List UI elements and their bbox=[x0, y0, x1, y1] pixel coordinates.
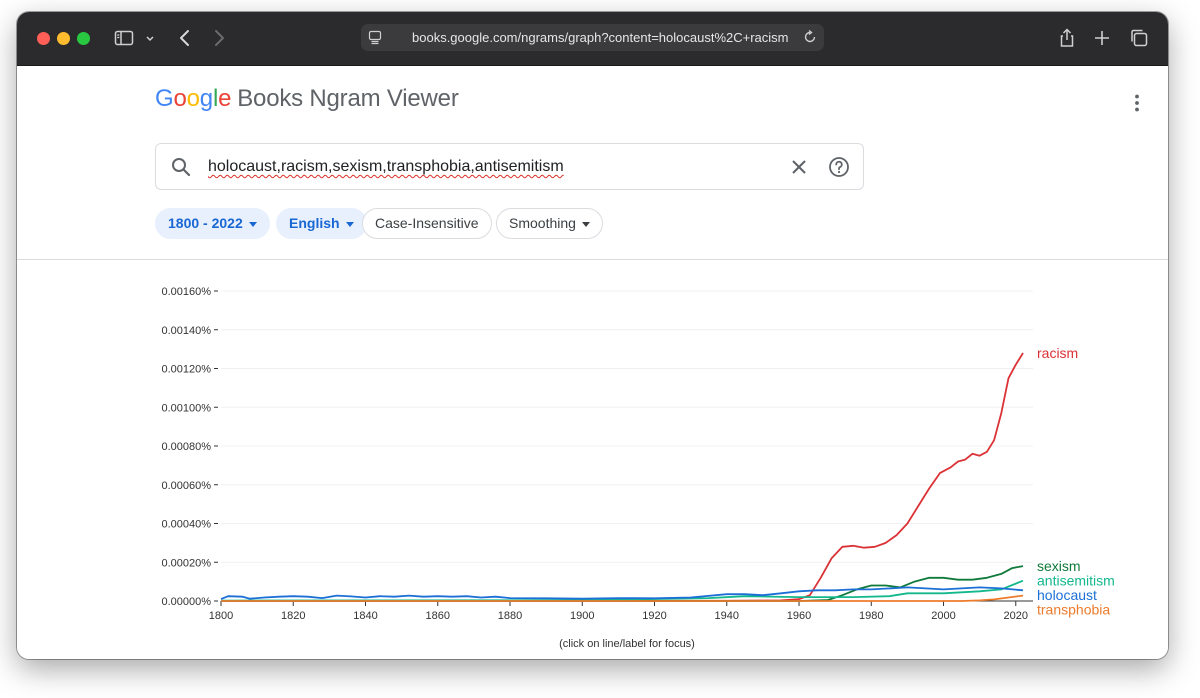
tabs-overview-icon[interactable] bbox=[1127, 26, 1151, 50]
chevron-down-icon[interactable] bbox=[143, 26, 157, 50]
series-line-racism[interactable] bbox=[221, 352, 1024, 602]
x-tick-label: 1860 bbox=[426, 610, 450, 622]
x-tick-label: 1940 bbox=[715, 610, 739, 622]
case-insensitive-toggle[interactable]: Case-Insensitive bbox=[362, 208, 492, 239]
search-input[interactable]: holocaust,racism,sexism,transphobia,anti… bbox=[208, 158, 564, 176]
y-tick-label: 0.00160% bbox=[161, 286, 211, 298]
minimize-window-button[interactable] bbox=[57, 32, 70, 45]
x-tick-label: 1900 bbox=[570, 610, 594, 622]
page-settings-icon[interactable] bbox=[367, 29, 383, 45]
language-dropdown[interactable]: English bbox=[276, 208, 367, 239]
ngram-chart: 0.00000% 0.00020% 0.00040% 0.00060% 0.00080%… bbox=[17, 260, 1168, 659]
caret-down-icon bbox=[581, 221, 590, 227]
search-icon[interactable] bbox=[170, 156, 192, 178]
logo-letter: G bbox=[155, 85, 174, 112]
y-tick-label: 0.00020% bbox=[161, 557, 211, 569]
x-tick-label: 1800 bbox=[209, 610, 233, 622]
y-tick-label: 0.00040% bbox=[161, 519, 211, 531]
year-range-label: 1800 - 2022 bbox=[168, 215, 243, 231]
series-label-transphobia[interactable]: transphobia bbox=[1037, 602, 1110, 618]
app-logo[interactable]: Google Books Ngram Viewer bbox=[155, 85, 459, 113]
browser-window: books.google.com/ngrams/graph?content=ho… bbox=[17, 12, 1168, 659]
reload-icon[interactable] bbox=[802, 29, 818, 45]
ngram-viewer-page: Google Books Ngram Viewer holocaust,racis… bbox=[17, 66, 1168, 659]
y-tick-label: 0.00000% bbox=[161, 596, 211, 608]
smoothing-label: Smoothing bbox=[509, 215, 576, 231]
plus-icon[interactable] bbox=[1090, 26, 1114, 50]
x-tick-label: 1980 bbox=[859, 610, 883, 622]
more-vert-icon[interactable] bbox=[1127, 93, 1147, 113]
y-tick-label: 0.00080% bbox=[161, 441, 211, 453]
case-label: Case-Insensitive bbox=[375, 215, 479, 231]
address-bar[interactable]: books.google.com/ngrams/graph?content=ho… bbox=[361, 24, 824, 51]
sidebar-toggle-icon[interactable] bbox=[112, 26, 136, 50]
logo-letter: e bbox=[218, 85, 232, 112]
x-tick-label: 2020 bbox=[1004, 610, 1028, 622]
smoothing-dropdown[interactable]: Smoothing bbox=[496, 208, 603, 239]
logo-letter: g bbox=[199, 85, 213, 112]
x-tick-label: 1960 bbox=[787, 610, 811, 622]
chevron-left-icon[interactable] bbox=[173, 26, 197, 50]
logo-letter: o bbox=[173, 85, 187, 112]
help-icon[interactable] bbox=[828, 156, 850, 178]
zoom-window-button[interactable] bbox=[77, 32, 90, 45]
chart-svg: 0.00000% 0.00020% 0.00040% 0.00060% 0.00080%… bbox=[161, 286, 1114, 650]
x-tick-label: 1840 bbox=[353, 610, 377, 622]
x-tick-label: 1880 bbox=[498, 610, 522, 622]
y-tick-label: 0.00060% bbox=[161, 480, 211, 492]
y-tick-label: 0.00120% bbox=[161, 364, 211, 376]
year-range-dropdown[interactable]: 1800 - 2022 bbox=[155, 208, 270, 239]
y-tick-label: 0.00140% bbox=[161, 325, 211, 337]
language-label: English bbox=[289, 215, 340, 231]
close-window-button[interactable] bbox=[37, 32, 50, 45]
y-tick-label: 0.00100% bbox=[161, 402, 211, 414]
chart-footnote: (click on line/label for focus) bbox=[559, 638, 695, 650]
search-box[interactable]: holocaust,racism,sexism,transphobia,anti… bbox=[155, 143, 864, 190]
product-name: Books Ngram Viewer bbox=[237, 85, 459, 112]
x-tick-label: 1920 bbox=[642, 610, 666, 622]
share-icon[interactable] bbox=[1055, 26, 1079, 50]
chevron-right-icon[interactable] bbox=[207, 26, 231, 50]
series-label-racism[interactable]: racism bbox=[1037, 345, 1078, 361]
caret-down-icon bbox=[248, 221, 257, 227]
x-tick-label: 1820 bbox=[281, 610, 305, 622]
caret-down-icon bbox=[345, 221, 354, 227]
url-text[interactable]: books.google.com/ngrams/graph?content=ho… bbox=[412, 30, 796, 45]
browser-toolbar: books.google.com/ngrams/graph?content=ho… bbox=[17, 12, 1168, 66]
close-icon[interactable] bbox=[788, 156, 810, 178]
x-tick-label: 2000 bbox=[931, 610, 955, 622]
logo-letter: o bbox=[186, 85, 200, 112]
